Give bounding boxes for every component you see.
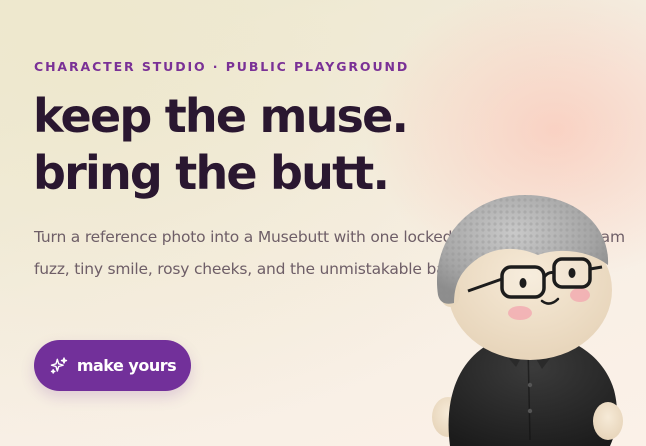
make-yours-button[interactable]: make yours xyxy=(34,340,191,391)
make-yours-label: make yours xyxy=(76,356,177,375)
headline-line-1: keep the muse. xyxy=(33,89,409,143)
sparkles-icon xyxy=(50,356,68,374)
headline-line-2: bring the butt. xyxy=(33,146,390,200)
musebutt-character-image xyxy=(432,195,623,446)
page-title: keep the muse. bring the butt. xyxy=(33,88,409,202)
eyebrow-label: CHARACTER STUDIO · PUBLIC PLAYGROUND xyxy=(34,59,410,74)
